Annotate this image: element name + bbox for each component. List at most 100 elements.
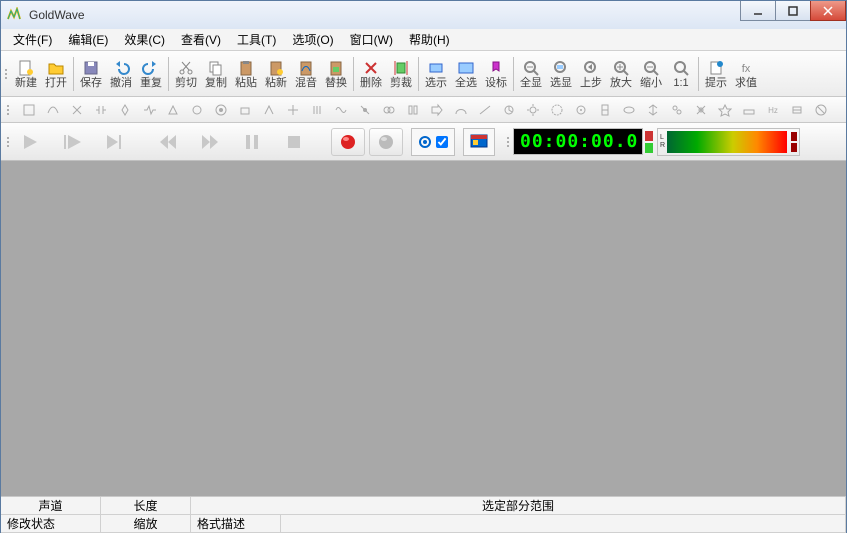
zoom-11-icon — [672, 59, 690, 77]
cut-button[interactable]: 剪切 — [171, 56, 201, 92]
effect-icon[interactable] — [69, 102, 85, 118]
forward-button[interactable] — [193, 128, 227, 156]
view-all-button[interactable]: 全显 — [516, 56, 546, 92]
zoom-11-button[interactable]: 1:1 — [666, 56, 696, 92]
effect-icon[interactable] — [405, 102, 421, 118]
cue-button[interactable]: 提示 — [701, 56, 731, 92]
led-red — [645, 131, 653, 141]
effect-icon[interactable] — [333, 102, 349, 118]
effect-icon[interactable] — [621, 102, 637, 118]
save-button[interactable]: 保存 — [76, 56, 106, 92]
paste-new-button[interactable]: 粘新 — [261, 56, 291, 92]
effect-icon[interactable] — [21, 102, 37, 118]
menu-file[interactable]: 文件(F) — [5, 29, 60, 50]
select-all-button[interactable]: 全选 — [451, 56, 481, 92]
effect-icon[interactable] — [693, 102, 709, 118]
effect-icon[interactable] — [165, 102, 181, 118]
effect-icon[interactable] — [453, 102, 469, 118]
effect-icon[interactable] — [189, 102, 205, 118]
view-selection-button[interactable]: 选显 — [546, 56, 576, 92]
new-button[interactable]: 新建 — [11, 56, 41, 92]
stop-button[interactable] — [277, 128, 311, 156]
menu-help[interactable]: 帮助(H) — [401, 29, 458, 50]
toolbar-divider — [353, 57, 354, 91]
paste-icon — [237, 59, 255, 77]
menu-window[interactable]: 窗口(W) — [342, 29, 401, 50]
effect-icon[interactable] — [525, 102, 541, 118]
vu-channel-labels: L R — [660, 134, 665, 150]
effect-icon[interactable] — [549, 102, 565, 118]
open-button[interactable]: 打开 — [41, 56, 71, 92]
copy-button[interactable]: 复制 — [201, 56, 231, 92]
loop-checkbox[interactable] — [436, 136, 448, 148]
trim-button[interactable]: 剪裁 — [386, 56, 416, 92]
record-button[interactable] — [331, 128, 365, 156]
effect-icon[interactable] — [429, 102, 445, 118]
scissors-icon — [177, 59, 195, 77]
effect-icon[interactable] — [381, 102, 397, 118]
play-selection-button[interactable] — [55, 128, 89, 156]
paste-button[interactable]: 粘贴 — [231, 56, 261, 92]
close-button[interactable] — [810, 1, 846, 21]
pause-button[interactable] — [235, 128, 269, 156]
minimize-button[interactable] — [740, 1, 776, 21]
effect-icon[interactable] — [45, 102, 61, 118]
delete-icon — [362, 59, 380, 77]
menu-effect[interactable]: 效果(C) — [116, 29, 173, 50]
window-buttons — [741, 1, 846, 21]
effect-icon[interactable] — [813, 102, 829, 118]
effect-icon[interactable] — [285, 102, 301, 118]
rewind-button[interactable] — [151, 128, 185, 156]
effect-icon[interactable] — [789, 102, 805, 118]
display-icon[interactable] — [470, 134, 488, 150]
effect-icon[interactable] — [597, 102, 613, 118]
menu-edit[interactable]: 编辑(E) — [60, 29, 116, 50]
previous-button[interactable]: 上步 — [576, 56, 606, 92]
effect-icon[interactable]: Hz — [765, 102, 781, 118]
effect-icon[interactable] — [357, 102, 373, 118]
effect-icon[interactable] — [573, 102, 589, 118]
toolbar-divider — [73, 57, 74, 91]
effect-icon[interactable] — [501, 102, 517, 118]
zoom-in-button[interactable]: 放大 — [606, 56, 636, 92]
replace-icon — [327, 59, 345, 77]
led-green — [645, 143, 653, 153]
effect-icon[interactable] — [477, 102, 493, 118]
record-pause-button[interactable] — [369, 128, 403, 156]
effect-icon[interactable] — [237, 102, 253, 118]
effect-icon[interactable] — [117, 102, 133, 118]
effect-toolbar: Hz — [1, 97, 846, 123]
play-end-button[interactable] — [97, 128, 131, 156]
mix-icon — [297, 59, 315, 77]
effect-icon[interactable] — [261, 102, 277, 118]
effect-icon[interactable] — [213, 102, 229, 118]
select-view-button[interactable]: 选示 — [421, 56, 451, 92]
effect-icon[interactable] — [309, 102, 325, 118]
effect-icon[interactable] — [141, 102, 157, 118]
delete-button[interactable]: 删除 — [356, 56, 386, 92]
effect-icon[interactable] — [741, 102, 757, 118]
select-view-icon — [427, 59, 445, 77]
set-marker-button[interactable]: 设标 — [481, 56, 511, 92]
view-selection-icon — [552, 59, 570, 77]
effect-icon[interactable] — [93, 102, 109, 118]
mix-button[interactable]: 混音 — [291, 56, 321, 92]
zoom-out-button[interactable]: 缩小 — [636, 56, 666, 92]
workspace — [1, 161, 846, 496]
menu-view[interactable]: 查看(V) — [173, 29, 229, 50]
loop-icon[interactable] — [418, 135, 432, 149]
maximize-button[interactable] — [775, 1, 811, 21]
undo-icon — [112, 59, 130, 77]
effect-icon[interactable] — [717, 102, 733, 118]
menu-options[interactable]: 选项(O) — [284, 29, 341, 50]
undo-button[interactable]: 撤消 — [106, 56, 136, 92]
evaluate-button[interactable]: fx求值 — [731, 56, 761, 92]
play-button[interactable] — [13, 128, 47, 156]
redo-button[interactable]: 重复 — [136, 56, 166, 92]
replace-button[interactable]: 替换 — [321, 56, 351, 92]
zoom-in-icon — [612, 59, 630, 77]
effect-icon[interactable] — [669, 102, 685, 118]
menu-tool[interactable]: 工具(T) — [229, 29, 284, 50]
toolbar-grip — [7, 105, 9, 115]
effect-icon[interactable] — [645, 102, 661, 118]
